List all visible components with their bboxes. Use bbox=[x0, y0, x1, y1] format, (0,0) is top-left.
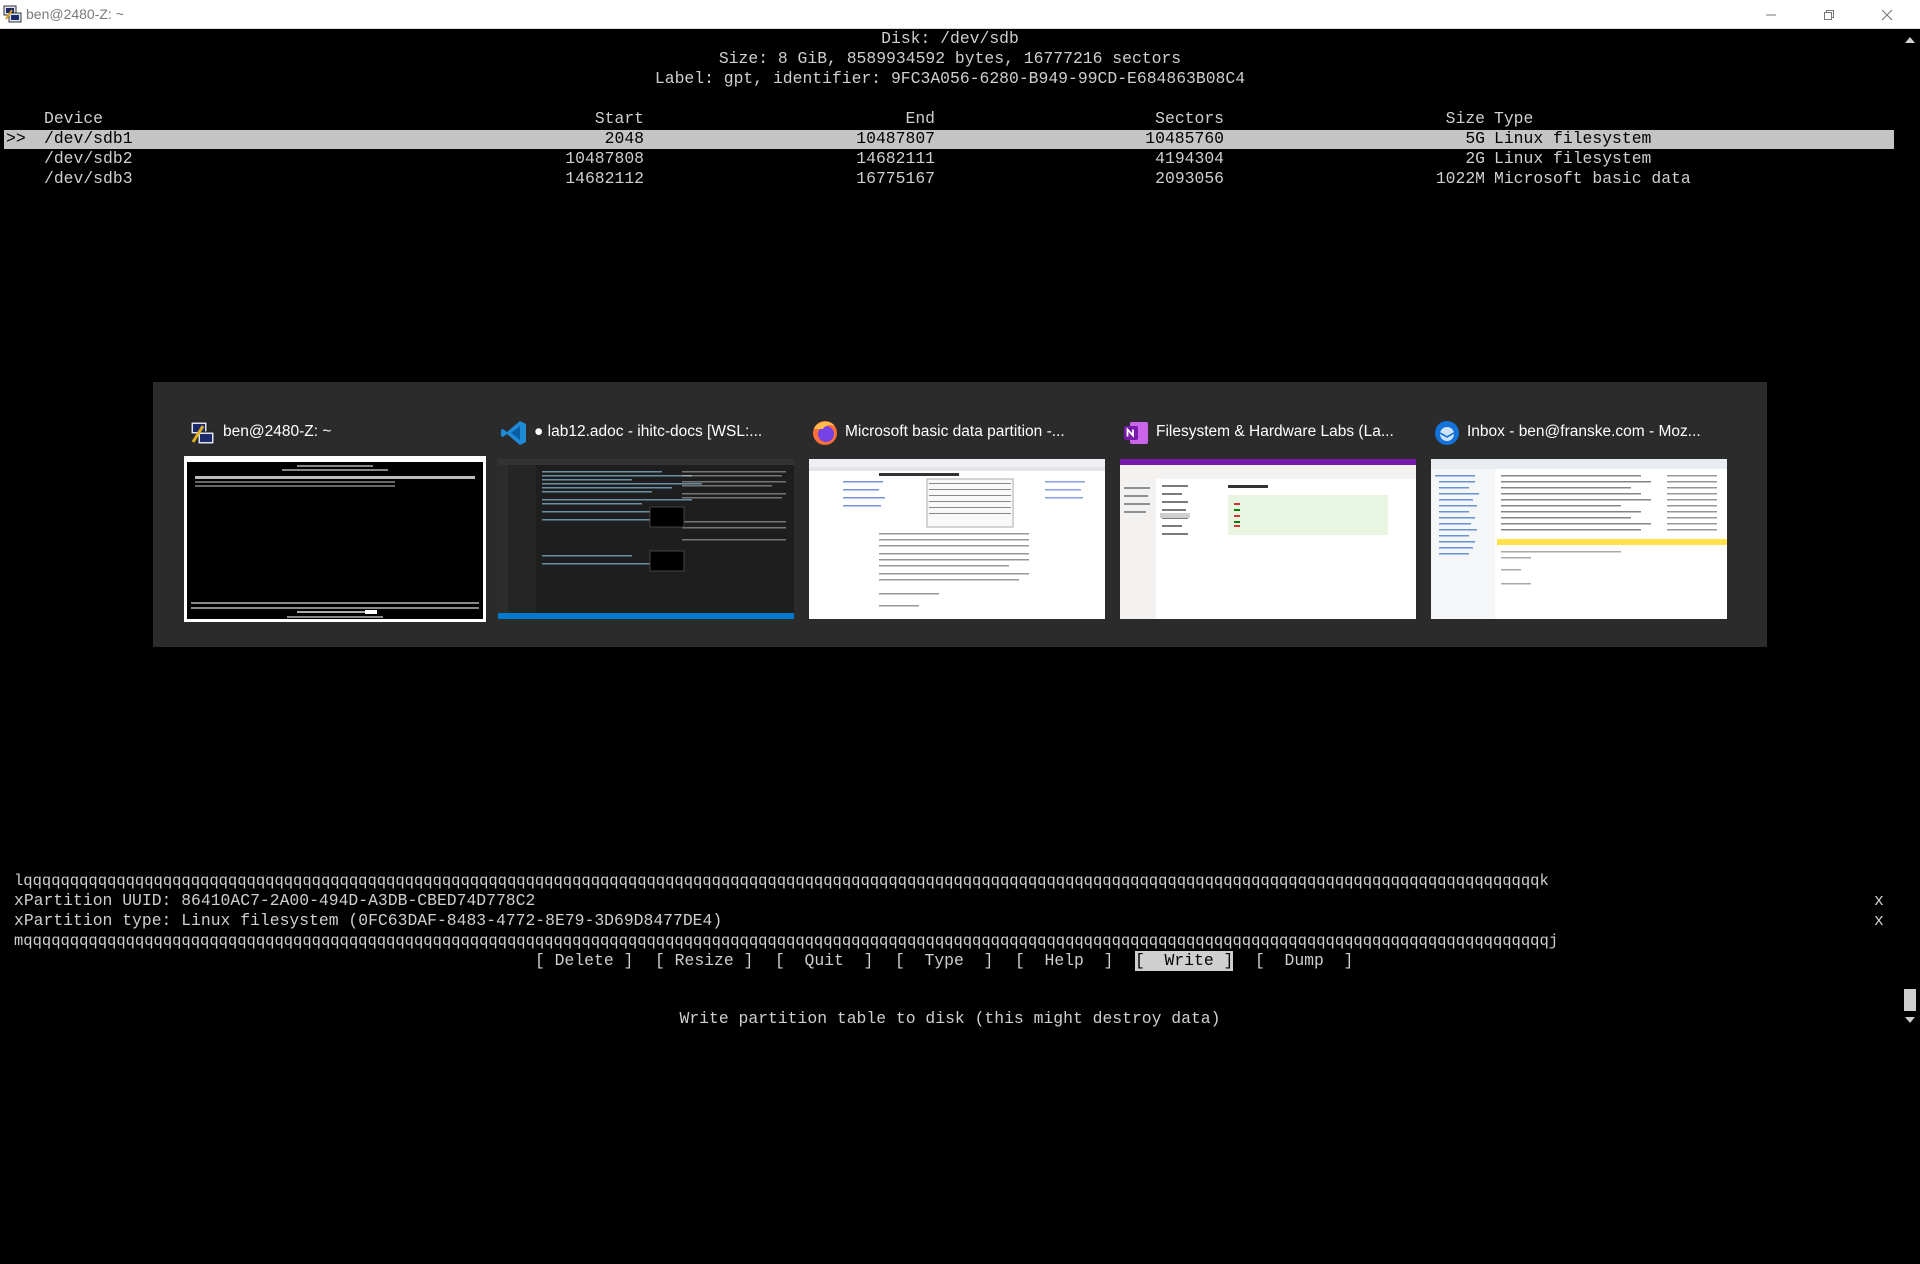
table-row[interactable]: /dev/sdb3 14682112 16775167 2093056 1022… bbox=[0, 169, 1900, 884]
switcher-item-title: ● lab12.adoc - ihitc-docs [WSL:... bbox=[534, 423, 763, 440]
cell-size: 5G bbox=[1465, 129, 1485, 148]
cell-type: Linux filesystem bbox=[1494, 129, 1652, 148]
cell-sectors: 10485760 bbox=[1145, 129, 1224, 148]
scrollbar-thumb[interactable] bbox=[1904, 989, 1916, 1011]
cell-end: 14682111 bbox=[856, 149, 935, 168]
switcher-item-putty[interactable]: ben@2480-Z: ~ bbox=[184, 419, 486, 622]
info-box-top-border: lqqqqqqqqqqqqqqqqqqqqqqqqqqqqqqqqqqqqqqq… bbox=[14, 872, 1549, 890]
restore-button[interactable] bbox=[1806, 0, 1852, 29]
col-start-header: Start bbox=[594, 109, 644, 128]
cell-size: 1022M bbox=[1435, 169, 1485, 188]
cell-start: 2048 bbox=[604, 129, 644, 148]
cell-sectors: 4194304 bbox=[1155, 149, 1224, 168]
cell-size: 2G bbox=[1465, 149, 1485, 168]
task-switcher: ben@2480-Z: ~ ● lab12.adoc - ihitc-docs … bbox=[153, 382, 1767, 647]
thunderbird-icon bbox=[1435, 421, 1459, 445]
resize-button[interactable]: [ Resize ] bbox=[655, 951, 753, 971]
vertical-scrollbar[interactable] bbox=[1900, 29, 1920, 1030]
minimize-icon bbox=[1766, 14, 1776, 15]
window-preview bbox=[1431, 459, 1727, 619]
switcher-item-title: ben@2480-Z: ~ bbox=[223, 423, 332, 440]
switcher-item-onenote[interactable]: Filesystem & Hardware Labs (La... bbox=[1120, 419, 1416, 619]
cell-end: 10487807 bbox=[856, 129, 935, 148]
close-icon bbox=[1881, 9, 1893, 20]
putty-icon bbox=[190, 421, 215, 445]
switcher-item-title: Filesystem & Hardware Labs (La... bbox=[1156, 423, 1394, 440]
col-sectors-header: Sectors bbox=[1155, 109, 1224, 128]
switcher-item-firefox[interactable]: Microsoft basic data partition -... bbox=[809, 419, 1105, 619]
col-size-header: Size bbox=[1445, 109, 1485, 128]
cell-device: /dev/sdb1 bbox=[44, 129, 133, 148]
disk-size: Size: 8 GiB, 8589934592 bytes, 16777216 … bbox=[718, 49, 1182, 68]
window-title: ben@2480-Z: ~ bbox=[26, 6, 124, 22]
restore-icon bbox=[1824, 9, 1834, 20]
col-type-header: Type bbox=[1494, 109, 1534, 128]
cell-start: 10487808 bbox=[565, 149, 644, 168]
preview-image bbox=[1120, 459, 1416, 619]
cell-sectors: 2093056 bbox=[1155, 169, 1224, 188]
type-button[interactable]: [ Type ] bbox=[895, 951, 993, 971]
status-text: Write partition table to disk (this migh… bbox=[679, 1009, 1221, 1028]
preview-image bbox=[1431, 459, 1727, 619]
cell-type: Linux filesystem bbox=[1494, 149, 1652, 168]
window-preview bbox=[809, 459, 1105, 619]
window-preview bbox=[498, 459, 794, 619]
title-bar[interactable]: ben@2480-Z: ~ bbox=[0, 0, 1920, 29]
help-button[interactable]: [ Help ] bbox=[1015, 951, 1113, 971]
quit-button[interactable]: [ Quit ] bbox=[775, 951, 873, 971]
switcher-item-thunderbird[interactable]: Inbox - ben@franske.com - Moz... bbox=[1431, 419, 1727, 619]
scroll-down-icon[interactable] bbox=[1905, 1017, 1915, 1023]
info-box-bottom-border: mqqqqqqqqqqqqqqqqqqqqqqqqqqqqqqqqqqqqqqq… bbox=[14, 932, 1559, 950]
write-button[interactable]: [ Write ] bbox=[1135, 951, 1234, 971]
switcher-item-title: Microsoft basic data partition -... bbox=[845, 423, 1065, 440]
window-preview bbox=[184, 456, 486, 622]
col-end-header: End bbox=[905, 109, 935, 128]
cell-end: 16775167 bbox=[856, 169, 935, 188]
col-device-header: Device bbox=[44, 109, 104, 128]
preview-image bbox=[809, 459, 1105, 607]
close-button[interactable] bbox=[1864, 0, 1910, 29]
row-cursor: >> bbox=[6, 129, 26, 148]
partition-type: xPartition type: Linux filesystem (0FC63… bbox=[14, 911, 723, 930]
preview-image bbox=[498, 459, 794, 619]
cell-type: Microsoft basic data bbox=[1494, 169, 1691, 188]
window-preview bbox=[1120, 459, 1416, 619]
firefox-icon bbox=[813, 421, 837, 445]
onenote-icon bbox=[1124, 422, 1148, 444]
delete-button[interactable]: [ Delete ] bbox=[535, 951, 633, 971]
disk-label: Label: gpt, identifier: 9FC3A056-6280-B9… bbox=[654, 69, 1246, 88]
dump-button[interactable]: [ Dump ] bbox=[1255, 951, 1353, 971]
switcher-item-vscode[interactable]: ● lab12.adoc - ihitc-docs [WSL:... bbox=[498, 419, 794, 619]
preview-image bbox=[187, 459, 483, 618]
partition-uuid: xPartition UUID: 86410AC7-2A00-494D-A3DB… bbox=[14, 891, 536, 910]
switcher-item-title: Inbox - ben@franske.com - Moz... bbox=[1467, 423, 1701, 440]
cell-device: /dev/sdb2 bbox=[44, 149, 133, 168]
info-box-right-edge: x bbox=[1874, 891, 1884, 910]
info-box-right-edge: x bbox=[1874, 911, 1884, 930]
scroll-up-icon[interactable] bbox=[1905, 37, 1915, 43]
disk-heading: Disk: /dev/sdb bbox=[881, 29, 1019, 48]
vscode-icon bbox=[501, 421, 526, 445]
cell-start: 14682112 bbox=[565, 169, 644, 188]
cell-device: /dev/sdb3 bbox=[44, 169, 133, 188]
putty-icon bbox=[3, 5, 22, 23]
minimize-button[interactable] bbox=[1748, 0, 1794, 29]
